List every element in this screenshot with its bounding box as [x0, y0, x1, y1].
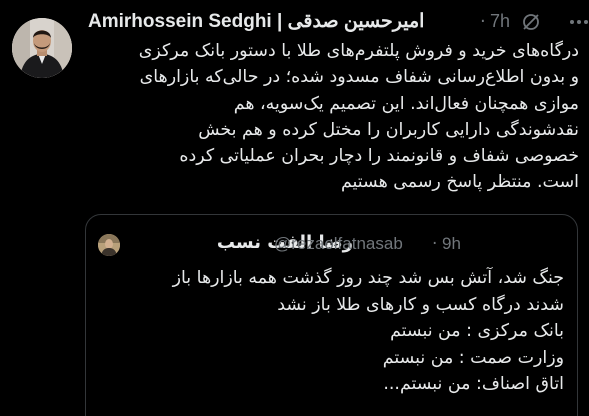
more-icon[interactable] — [568, 13, 589, 31]
tweet-text-line: و بدون اطلاع‌رسانی شفاف مسدود شده؛ در حا… — [139, 67, 579, 88]
no-edit-icon — [523, 14, 539, 30]
author-avatar[interactable] — [12, 18, 72, 78]
quoted-text-line: اتاق اصناف: من نبستم... — [383, 374, 564, 395]
quoted-text-line: وزارت صمت : من نبستم — [382, 347, 564, 368]
author-name[interactable]: Amirhossein Sedghi | امیرحسین صدقی — [88, 10, 424, 33]
quoted-tweet[interactable]: رضا الفت نسب @rezaolfatnasab · 9h جنگ شد… — [85, 214, 578, 416]
tweet-text-line: نقدشوندگی دارایی کاربران را مختل کرده و … — [198, 119, 579, 140]
tweet-header: Amirhossein Sedghi | امیرحسین صدقی · 7h — [88, 9, 588, 35]
quoted-text: جنگ شد، آتش بس شد چند روز گذشت همه بازار… — [98, 265, 564, 398]
tweet-text-line: موازی همچنان فعال‌اند. این تصمیم یک‌سویه… — [233, 93, 579, 114]
quoted-separator: · — [432, 234, 438, 254]
quoted-text-line: جنگ شد، آتش بس شد چند روز گذشت همه بازار… — [172, 268, 564, 288]
quoted-text-line: بانک مرکزی : من نبستم — [390, 321, 564, 342]
quoted-time[interactable]: 9h — [442, 234, 461, 254]
quoted-author-handle[interactable]: @rezaolfatnasab — [274, 234, 403, 254]
header-separator: · — [480, 11, 486, 32]
tweet-time[interactable]: 7h — [490, 11, 510, 32]
tweet-text-line: خصوصی شفاف و قانونمند را دچار بحران عملی… — [179, 146, 579, 167]
quoted-author-avatar[interactable] — [98, 234, 120, 256]
tweet-text: درگاه‌های خرید و فروش پلتفرم‌های طلا با … — [88, 38, 579, 196]
tweet-text-line: است. منتظر پاسخ رسمی هستیم — [340, 172, 579, 193]
tweet[interactable]: Amirhossein Sedghi | امیرحسین صدقی · 7h … — [0, 0, 589, 416]
tweet-text-line: درگاه‌های خرید و فروش پلتفرم‌های طلا با … — [138, 41, 579, 61]
quoted-text-line: شدند درگاه کسب و کارهای طلا باز نشد — [277, 294, 564, 315]
